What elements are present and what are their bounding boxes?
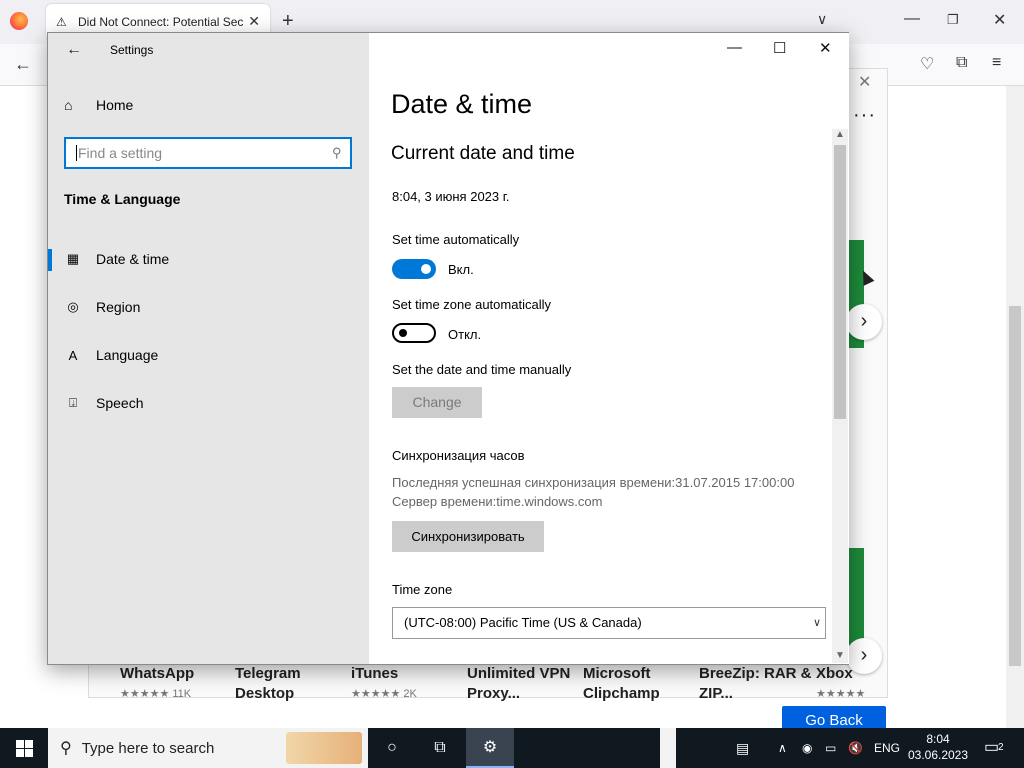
set-timezone-auto-label: Set time zone automatically: [392, 297, 551, 312]
pocket-icon[interactable]: ♡: [920, 54, 934, 74]
minimize-button[interactable]: —: [727, 39, 742, 56]
store-app-item[interactable]: Xbox ★★★★★: [816, 664, 876, 704]
maximize-button[interactable]: ☐: [773, 39, 786, 57]
task-view-icon[interactable]: ⧉: [416, 728, 464, 768]
sync-server: Сервер времени:time.windows.com: [392, 494, 603, 509]
windows-logo-icon: [15, 739, 33, 757]
page-scrollbar[interactable]: [1006, 86, 1024, 728]
new-tab-button[interactable]: +: [282, 10, 294, 33]
sidebar-item-language[interactable]: A Language: [48, 335, 369, 375]
clock-time: 8:04: [926, 732, 950, 746]
search-highlight-image: [286, 732, 362, 764]
settings-gear-icon[interactable]: ⚙: [466, 728, 514, 768]
sidebar-item-label: Language: [96, 347, 159, 363]
sidebar-item-region[interactable]: ◎ Region: [48, 287, 369, 327]
section-heading: Current date and time: [391, 143, 575, 164]
chevron-up-down-icon[interactable]: [660, 728, 676, 768]
store-app-item[interactable]: BreeZip: RAR & ZIP...: [699, 664, 815, 704]
store-app-item[interactable]: WhatsApp ★★★★★ 11K: [120, 664, 236, 704]
clock-date: 03.06.2023: [907, 748, 969, 762]
minimize-browser-button[interactable]: —: [904, 10, 920, 28]
store-close-icon[interactable]: ✕: [858, 72, 871, 92]
settings-sidebar: ← Settings ⌂ Home Find a setting ⚲ Time …: [48, 33, 369, 664]
chevron-right-icon[interactable]: ›: [846, 304, 882, 340]
globe-icon: ◎: [67, 299, 79, 314]
taskbar-clock[interactable]: 8:04 03.06.2023: [906, 731, 970, 763]
scroll-down-icon[interactable]: ▼: [835, 650, 845, 661]
content-scrollbar[interactable]: ▲ ▼: [832, 129, 848, 663]
settings-content: — ☐ ✕ Date & time Current date and time …: [369, 33, 849, 664]
warning-icon: ⚠: [56, 15, 67, 29]
current-datetime: 8:04, 3 июня 2023 г.: [392, 189, 510, 204]
sync-now-button[interactable]: Синхронизировать: [392, 521, 544, 552]
timezone-value: (UTC-08:00) Pacific Time (US & Canada): [404, 615, 642, 630]
timezone-label: Time zone: [392, 582, 453, 597]
store-app-item[interactable]: Telegram Desktop: [235, 664, 351, 704]
find-setting-input[interactable]: Find a setting ⚲: [64, 137, 352, 169]
volume-muted-icon[interactable]: 🔇: [848, 728, 863, 768]
taskbar-search-placeholder: Type here to search: [81, 739, 215, 757]
back-arrow-icon[interactable]: ←: [14, 54, 32, 75]
sidebar-item-label: Speech: [96, 395, 144, 411]
store-app-item[interactable]: Microsoft Clipchamp: [583, 664, 699, 704]
set-timezone-auto-toggle[interactable]: [392, 323, 436, 343]
chevron-down-icon: ∨: [812, 617, 821, 629]
set-time-auto-label: Set time automatically: [392, 232, 520, 247]
cortana-icon[interactable]: ○: [368, 728, 416, 768]
restore-browser-button[interactable]: ❐: [947, 12, 959, 28]
chevron-down-icon[interactable]: ∨: [817, 11, 827, 28]
window-title: Settings: [110, 43, 154, 57]
more-options-icon[interactable]: ···: [853, 104, 876, 127]
meet-now-icon[interactable]: ◉: [802, 728, 812, 768]
language-icon: A: [68, 347, 78, 363]
search-icon: ⚲: [332, 145, 342, 160]
home-nav-item[interactable]: ⌂ Home: [64, 97, 133, 113]
start-button[interactable]: [0, 728, 48, 768]
close-tab-icon[interactable]: ✕: [248, 13, 260, 30]
set-time-auto-toggle[interactable]: [392, 259, 436, 279]
network-icon[interactable]: ▭: [825, 728, 836, 768]
sync-last-status: Последняя успешная синхронизация времени…: [392, 475, 795, 490]
sidebar-item-date-time[interactable]: ▦ Date & time: [48, 239, 369, 279]
notification-count: 2: [998, 742, 1004, 753]
sidebar-item-label: Region: [96, 299, 141, 315]
news-icon[interactable]: ▤: [736, 728, 749, 768]
timezone-select[interactable]: (UTC-08:00) Pacific Time (US & Canada) ∨: [392, 607, 826, 639]
taskbar-search-box[interactable]: ⚲ Type here to search: [48, 728, 368, 768]
sidebar-item-label: Date & time: [96, 251, 170, 267]
set-timezone-auto-state: Откл.: [448, 327, 482, 342]
calendar-clock-icon: ▦: [66, 251, 80, 266]
menu-icon[interactable]: ≡: [992, 54, 1001, 72]
scroll-thumb[interactable]: [834, 145, 846, 419]
search-placeholder: Find a setting: [78, 145, 163, 161]
browser-tab-title: Did Not Connect: Potential Sec: [78, 15, 244, 29]
microphone-icon: ⍗: [69, 395, 77, 410]
set-time-auto-state: Вкл.: [448, 262, 474, 277]
text-caret: [76, 145, 77, 161]
store-app-list: WhatsApp ★★★★★ 11K Telegram Desktop iTun…: [88, 664, 888, 702]
home-icon: ⌂: [64, 97, 73, 113]
store-app-item[interactable]: Unlimited VPN Proxy...: [467, 664, 583, 704]
taskbar: ⚲ Type here to search ○ ⧉ ⚙ ▤ ∧ ◉ ▭ 🔇 EN…: [0, 728, 1024, 768]
change-button[interactable]: Change: [392, 387, 482, 418]
manual-datetime-label: Set the date and time manually: [392, 362, 572, 377]
store-app-item[interactable]: iTunes ★★★★★ 2K: [351, 664, 467, 704]
close-button[interactable]: ✕: [819, 39, 832, 57]
back-arrow-icon[interactable]: ←: [66, 41, 82, 59]
home-label: Home: [96, 97, 134, 113]
search-icon: ⚲: [60, 740, 72, 757]
firefox-logo-icon: [10, 12, 28, 30]
page-title: Date & time: [391, 89, 533, 119]
scroll-up-icon[interactable]: ▲: [835, 129, 845, 140]
close-browser-button[interactable]: ✕: [993, 10, 1006, 30]
sync-title: Синхронизация часов: [392, 448, 525, 463]
settings-window: ← Settings ⌂ Home Find a setting ⚲ Time …: [47, 32, 849, 665]
chevron-up-icon[interactable]: ∧: [778, 728, 787, 768]
input-language[interactable]: ENG: [874, 728, 900, 768]
sidebar-item-speech[interactable]: ⍗ Speech: [48, 383, 369, 423]
notification-center-icon[interactable]: ▭: [984, 728, 999, 768]
extensions-icon[interactable]: ⧉: [956, 54, 967, 72]
section-title: Time & Language: [64, 191, 181, 207]
